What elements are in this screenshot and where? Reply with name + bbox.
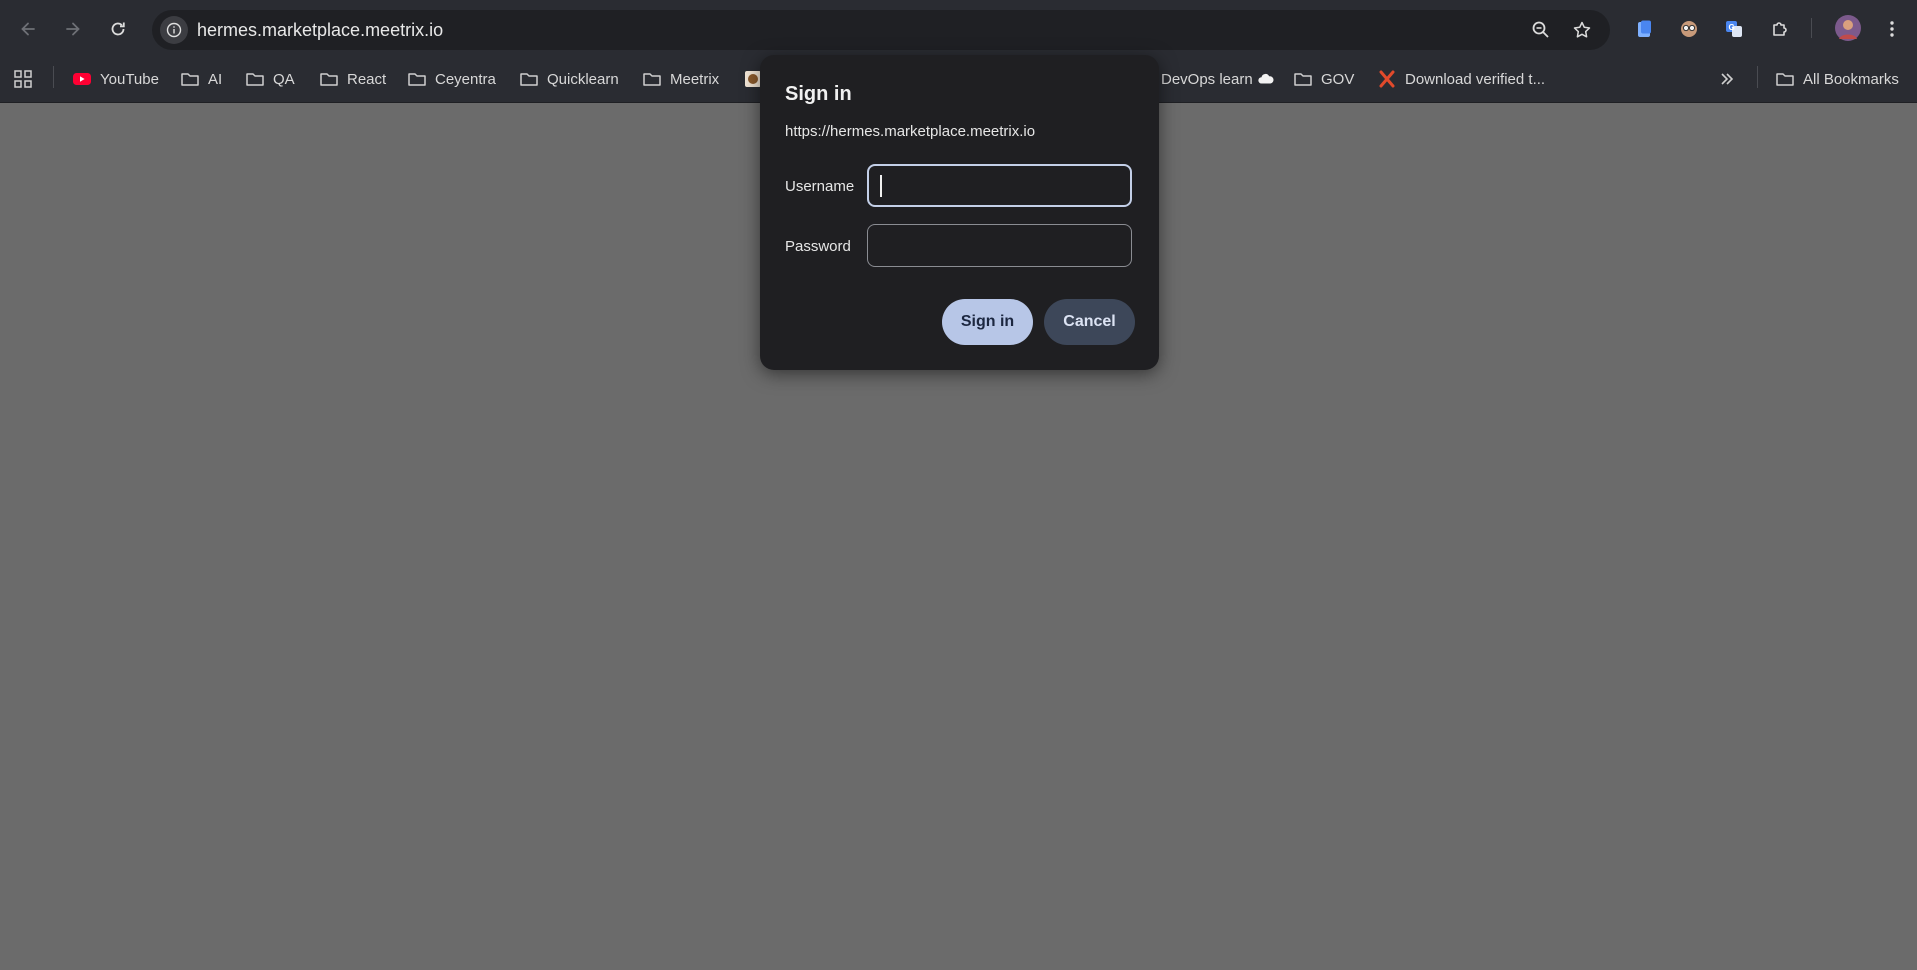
bookmark-folder-ceyentra[interactable]: Ceyentra — [407, 63, 496, 95]
extension-button-face[interactable] — [1677, 17, 1701, 41]
star-icon — [1573, 21, 1591, 38]
puzzle-icon — [1773, 22, 1787, 36]
bookmark-folder-react[interactable]: React — [319, 63, 386, 95]
reload-button[interactable] — [100, 11, 136, 47]
bookmarks-divider — [53, 66, 54, 88]
folder-icon — [1776, 73, 1794, 86]
cancel-button[interactable]: Cancel — [1044, 299, 1135, 345]
password-label: Password — [785, 238, 851, 255]
site-info-button[interactable] — [160, 16, 188, 44]
back-button[interactable] — [10, 11, 46, 47]
arrow-left-icon — [21, 22, 35, 36]
svg-text:G: G — [1729, 23, 1735, 32]
username-input[interactable] — [867, 164, 1132, 207]
arrow-right-icon — [66, 22, 80, 36]
browser-toolbar: hermes.marketplace.meetrix.io G — [0, 0, 1917, 58]
folder-icon — [320, 73, 338, 86]
reload-icon — [111, 22, 125, 36]
forward-button[interactable] — [55, 11, 91, 47]
dialog-origin-url: https://hermes.marketplace.meetrix.io — [785, 123, 1036, 140]
extension-button-docs[interactable] — [1632, 17, 1656, 41]
folder-icon — [643, 73, 661, 86]
bookmark-folder-qa[interactable]: QA — [245, 63, 295, 95]
glasses-face-extension-icon — [1681, 21, 1697, 37]
bookmark-download-verified[interactable]: Download verified t... — [1377, 63, 1545, 95]
folder-icon — [246, 73, 264, 86]
sign-in-dialog: Sign in https://hermes.marketplace.meetr… — [760, 55, 1159, 370]
toolbar-divider — [1811, 18, 1812, 38]
youtube-icon — [73, 73, 91, 85]
extensions-menu-button[interactable] — [1768, 17, 1792, 41]
document-extension-icon — [1638, 20, 1651, 37]
dialog-title: Sign in — [785, 83, 852, 105]
bookmarks-overflow-button[interactable] — [1717, 63, 1737, 95]
folder-icon — [520, 73, 538, 86]
zoom-out-icon — [1532, 21, 1549, 38]
bookmark-star-button[interactable] — [1570, 18, 1594, 42]
address-bar[interactable]: hermes.marketplace.meetrix.io — [152, 10, 1610, 50]
profile-avatar-button[interactable] — [1834, 14, 1862, 42]
zoom-button[interactable] — [1529, 18, 1553, 42]
folder-icon — [181, 73, 199, 86]
avatar — [1835, 15, 1861, 41]
url-text: hermes.marketplace.meetrix.io — [197, 20, 444, 40]
bookmark-youtube[interactable]: YouTube — [72, 63, 159, 95]
all-bookmarks-button[interactable]: All Bookmarks — [1775, 63, 1899, 95]
bookmark-folder-meetrix[interactable]: Meetrix — [642, 63, 719, 95]
bookmark-folder-gov[interactable]: GOV — [1293, 63, 1354, 95]
x-logo-icon — [1379, 70, 1395, 88]
cloud-icon — [1258, 73, 1274, 84]
info-icon — [166, 22, 182, 38]
bookmark-devops-learn[interactable]: DevOps learn — [1161, 63, 1275, 95]
translate-extension-icon: G — [1726, 21, 1742, 37]
bookmarks-divider-right — [1757, 66, 1758, 88]
browser-menu-button[interactable] — [1880, 17, 1904, 41]
extension-button-translate[interactable]: G — [1722, 17, 1746, 41]
text-cursor — [880, 175, 882, 197]
chevron-double-right-icon — [1721, 73, 1734, 85]
folder-icon — [408, 73, 426, 86]
username-label: Username — [785, 178, 855, 195]
password-input[interactable] — [867, 224, 1132, 267]
more-vertical-icon — [1890, 21, 1894, 37]
apps-grid-icon — [14, 70, 32, 88]
bookmark-folder-quicklearn[interactable]: Quicklearn — [519, 63, 619, 95]
bookmark-folder-ai[interactable]: AI — [180, 63, 222, 95]
sign-in-button[interactable]: Sign in — [942, 299, 1033, 345]
folder-icon — [1294, 73, 1312, 86]
apps-button[interactable] — [13, 63, 33, 95]
